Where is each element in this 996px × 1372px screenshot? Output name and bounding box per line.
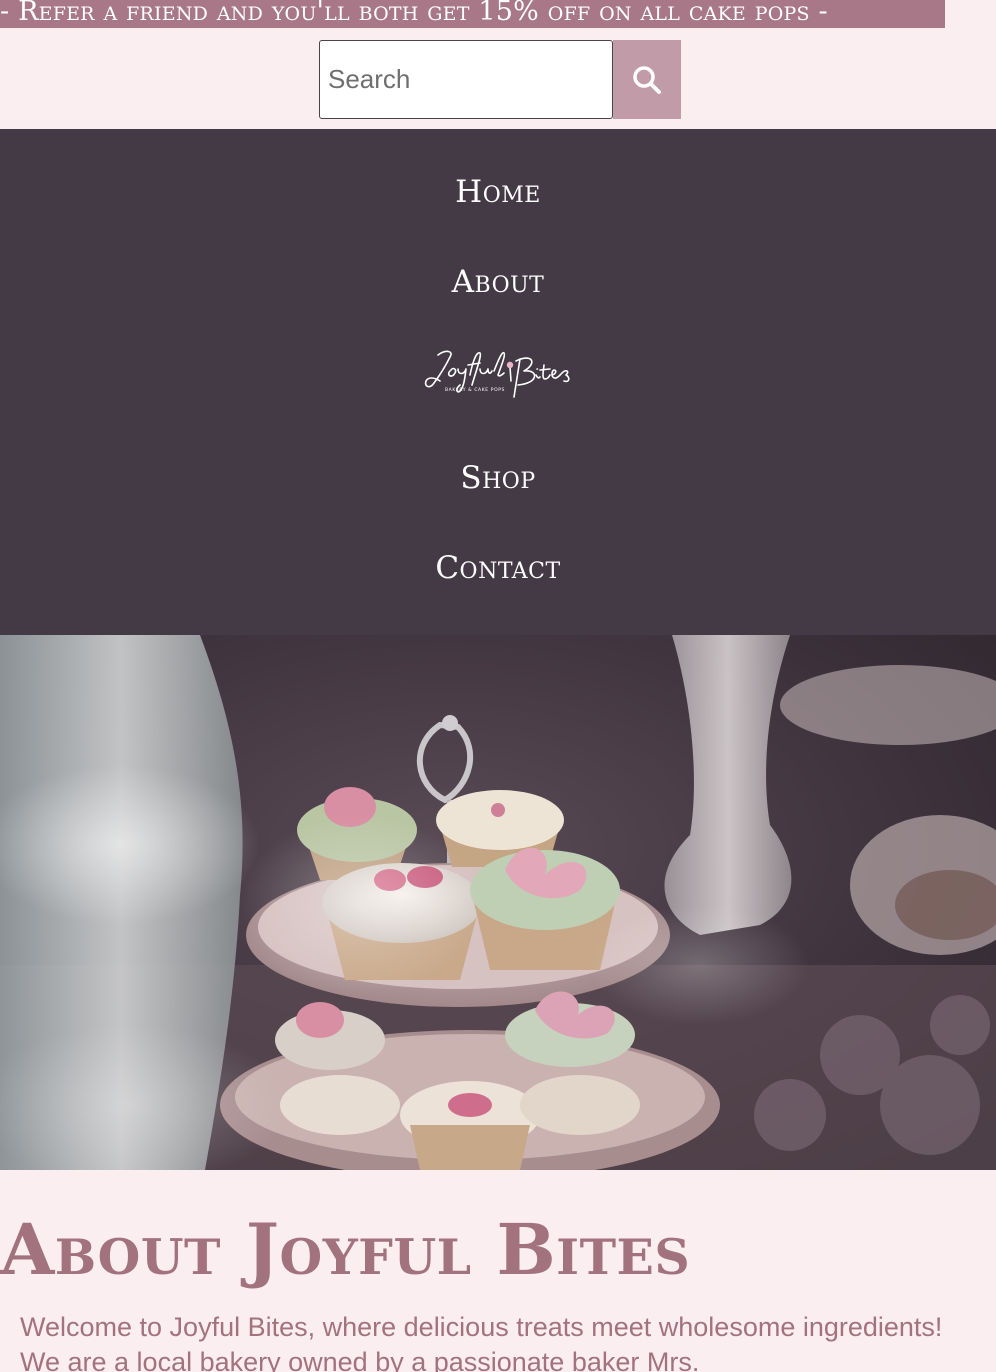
nav-item-home[interactable]: Home (0, 174, 996, 210)
cupcake-stand-illustration (0, 635, 996, 1170)
main-nav: Home About BAKERY & CAKE POPS Shop Conta… (0, 129, 996, 635)
logo-tagline: BAKERY & CAKE POPS (445, 387, 505, 393)
about-text: Welcome to Joyful Bites, where delicious… (20, 1312, 943, 1372)
search-icon (633, 65, 661, 94)
hero-image (0, 635, 996, 1170)
about-title: About Joyful Bites (0, 1208, 691, 1291)
promo-banner: - Refer a friend and you'll both get 15%… (0, 0, 945, 28)
nav-item-contact[interactable]: Contact (0, 550, 996, 586)
nav-item-shop[interactable]: Shop (0, 460, 996, 496)
promo-text: - Refer a friend and you'll both get 15%… (0, 0, 828, 27)
search-input[interactable] (319, 40, 613, 119)
logo-link[interactable]: BAKERY & CAKE POPS (420, 341, 580, 411)
nav-item-about[interactable]: About (0, 264, 996, 300)
search-bar (319, 40, 681, 119)
joyful-bites-logo: BAKERY & CAKE POPS (424, 350, 570, 398)
search-button[interactable] (613, 40, 681, 119)
